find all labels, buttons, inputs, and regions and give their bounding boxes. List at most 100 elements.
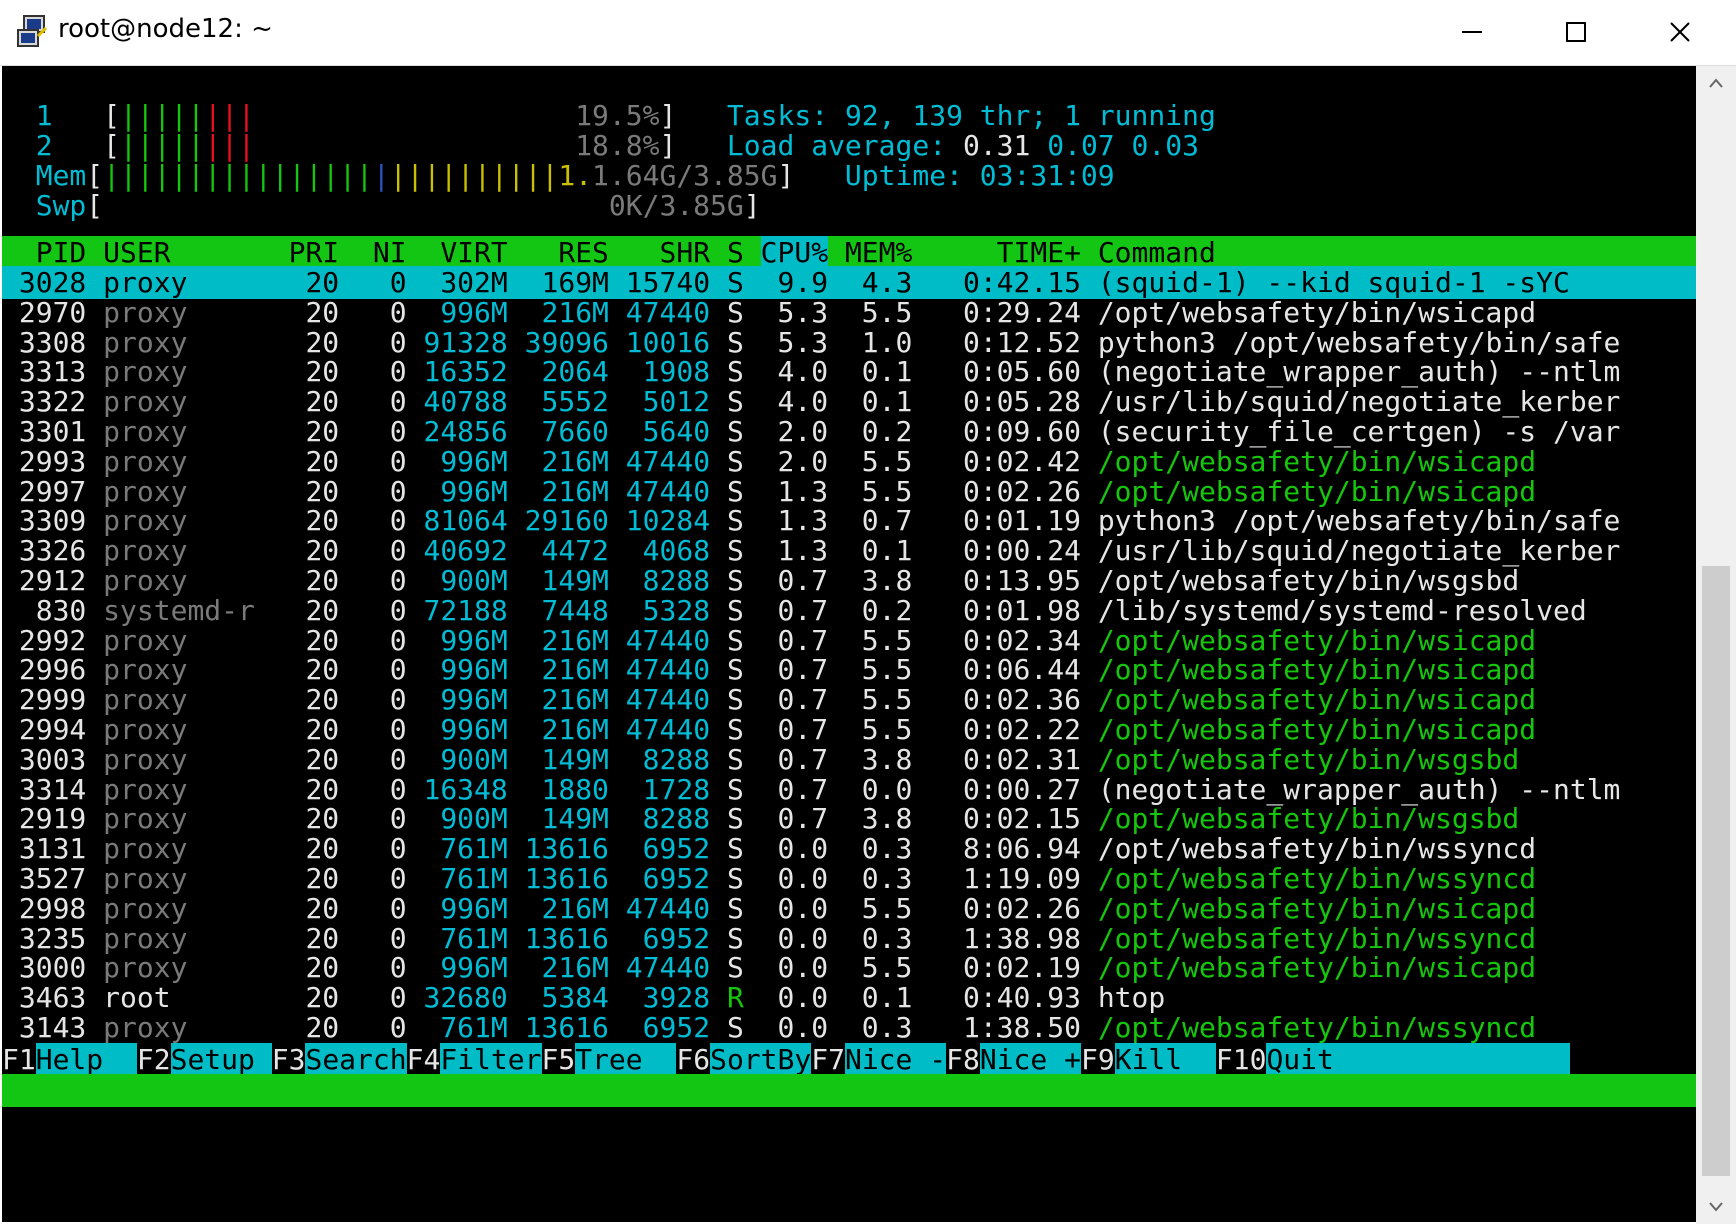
- process-row[interactable]: 3000 proxy 20 0 996M 216M 47440 S 0.0 5.…: [2, 951, 1696, 984]
- fkey-f8[interactable]: F8: [946, 1043, 980, 1076]
- scroll-up-arrow[interactable]: [1696, 66, 1736, 100]
- cell-shr: 47440: [625, 295, 711, 329]
- fkey-f2[interactable]: F2: [137, 1043, 171, 1076]
- column-header-pid[interactable]: PID: [2, 236, 87, 269]
- process-row[interactable]: 3301 proxy 20 0 24856 7660 5640 S 2.0 0.…: [2, 415, 1696, 448]
- fkey-f9-label[interactable]: Kill: [1114, 1043, 1216, 1076]
- fkey-f2-label[interactable]: Setup: [170, 1043, 272, 1076]
- process-row[interactable]: 2919 proxy 20 0 900M 149M 8288 S 0.7 3.8…: [2, 802, 1696, 835]
- process-row[interactable]: 3527 proxy 20 0 761M 13616 6952 S 0.0 0.…: [2, 862, 1696, 895]
- process-row[interactable]: 2993 proxy 20 0 996M 216M 47440 S 2.0 5.…: [2, 445, 1696, 478]
- fkey-f3-label[interactable]: Search: [305, 1043, 407, 1076]
- cell-pri: 20: [271, 474, 340, 508]
- process-row[interactable]: 2997 proxy 20 0 996M 216M 47440 S 1.3 5.…: [2, 475, 1696, 508]
- cell-time: 0:02.31: [929, 742, 1081, 776]
- process-row[interactable]: 2970 proxy 20 0 996M 216M 47440 S 5.3 5.…: [2, 296, 1696, 329]
- fkey-f4-label[interactable]: Filter: [440, 1043, 542, 1076]
- process-row[interactable]: 3308 proxy 20 0 91328 39096 10016 S 5.3 …: [2, 326, 1696, 359]
- cell-cmd: /opt/websafety/bin/wsicapd: [1097, 295, 1621, 329]
- cell-ni: 0: [356, 593, 407, 627]
- vertical-scrollbar[interactable]: [1696, 66, 1736, 1224]
- process-row[interactable]: 3313 proxy 20 0 16352 2064 1908 S 4.0 0.…: [2, 355, 1696, 388]
- fkey-f7-label[interactable]: Nice -: [844, 1043, 947, 1076]
- fkey-f10-label[interactable]: Quit: [1266, 1043, 1334, 1076]
- column-header-user[interactable]: USER: [103, 236, 255, 269]
- column-header-cpu[interactable]: CPU%: [760, 236, 829, 269]
- process-row-selected[interactable]: 3028 proxy 20 0 302M 169M 15740 S 9.9 4.…: [2, 266, 1696, 299]
- cell-time: 0:05.28: [929, 385, 1081, 419]
- fkey-f5[interactable]: F5: [542, 1043, 576, 1076]
- cell-time: 0:09.60: [929, 415, 1081, 448]
- cell-time: 0:02.34: [929, 623, 1081, 657]
- cell-cmd: (negotiate_wrapper_auth) --ntlm: [1097, 772, 1621, 806]
- cell-user: proxy: [103, 713, 255, 746]
- cell-user: proxy: [103, 772, 255, 806]
- minimize-button[interactable]: [1420, 0, 1524, 64]
- process-row[interactable]: 2992 proxy 20 0 996M 216M 47440 S 0.7 5.…: [2, 624, 1696, 657]
- fkey-f10[interactable]: F10: [1216, 1043, 1267, 1076]
- terminal-area[interactable]: 1 [|||||||| 19.5%] Tasks: 92, 139 thr; 1…: [2, 66, 1696, 1222]
- fkey-f7[interactable]: F7: [811, 1043, 845, 1076]
- fkey-f3[interactable]: F3: [272, 1043, 306, 1076]
- column-header-pri[interactable]: PRI: [272, 236, 340, 269]
- process-row[interactable]: 2996 proxy 20 0 996M 216M 47440 S 0.7 5.…: [2, 653, 1696, 686]
- column-header-s[interactable]: S: [727, 236, 744, 269]
- column-header-shr[interactable]: SHR: [626, 236, 710, 269]
- process-row[interactable]: 3235 proxy 20 0 761M 13616 6952 S 0.0 0.…: [2, 922, 1696, 955]
- process-row[interactable]: 3143 proxy 20 0 761M 13616 6952 S 0.0 0.…: [2, 1011, 1696, 1044]
- fkey-f6-label[interactable]: SortBy: [710, 1043, 812, 1076]
- column-header-res[interactable]: RES: [525, 236, 609, 269]
- cell-cpu: 0.0: [760, 832, 829, 866]
- process-row[interactable]: 2912 proxy 20 0 900M 149M 8288 S 0.7 3.8…: [2, 564, 1696, 597]
- process-row[interactable]: 3003 proxy 20 0 900M 149M 8288 S 0.7 3.8…: [2, 743, 1696, 776]
- cell-s: S: [726, 504, 744, 538]
- cell-user: proxy: [103, 266, 255, 299]
- fkey-f4[interactable]: F4: [407, 1043, 441, 1076]
- window-titlebar[interactable]: root@node12: ~: [0, 0, 1736, 66]
- cell-shr: 5640: [625, 415, 711, 448]
- cell-mem: 0.1: [844, 534, 913, 568]
- fkey-f1[interactable]: F1: [2, 1043, 36, 1076]
- cell-s: S: [726, 921, 744, 955]
- cell-user: proxy: [103, 444, 255, 478]
- process-row[interactable]: 2994 proxy 20 0 996M 216M 47440 S 0.7 5.…: [2, 713, 1696, 746]
- cell-time: 8:06.94: [929, 832, 1081, 866]
- cell-cpu: 0.7: [760, 564, 829, 597]
- column-header-virt[interactable]: VIRT: [423, 236, 507, 269]
- fkey-f1-label[interactable]: Help: [35, 1043, 137, 1076]
- cell-ni: 0: [356, 653, 407, 687]
- process-row[interactable]: 3326 proxy 20 0 40692 4472 4068 S 1.3 0.…: [2, 534, 1696, 567]
- cell-ni: 0: [356, 772, 407, 806]
- cell-pid: 3322: [2, 385, 87, 419]
- fkey-f9[interactable]: F9: [1081, 1043, 1115, 1076]
- process-row[interactable]: 3463 root 20 0 32680 5384 3928 R 0.0 0.1…: [2, 981, 1696, 1014]
- cell-s: S: [726, 266, 744, 299]
- maximize-button[interactable]: [1524, 0, 1628, 64]
- cell-ni: 0: [356, 683, 407, 717]
- cell-ni: 0: [356, 862, 407, 895]
- process-row[interactable]: 3131 proxy 20 0 761M 13616 6952 S 0.0 0.…: [2, 832, 1696, 865]
- process-row[interactable]: 2998 proxy 20 0 996M 216M 47440 S 0.0 5.…: [2, 892, 1696, 925]
- column-header-time[interactable]: TIME+: [929, 236, 1081, 269]
- fkey-f6[interactable]: F6: [676, 1043, 710, 1076]
- cell-cmd: /opt/websafety/bin/wsicapd: [1097, 444, 1621, 478]
- cell-res: 216M: [524, 444, 609, 478]
- process-row[interactable]: 2999 proxy 20 0 996M 216M 47440 S 0.7 5.…: [2, 683, 1696, 716]
- cell-pri: 20: [271, 891, 340, 925]
- column-header-ni[interactable]: NI: [356, 236, 407, 269]
- scrollbar-thumb[interactable]: [1702, 566, 1730, 1176]
- cell-pri: 20: [271, 564, 340, 597]
- process-row[interactable]: 3314 proxy 20 0 16348 1880 1728 S 0.7 0.…: [2, 773, 1696, 806]
- process-row[interactable]: 830 systemd-r 20 0 72188 7448 5328 S 0.7…: [2, 594, 1696, 627]
- maximize-icon: [1566, 22, 1586, 42]
- close-button[interactable]: [1628, 0, 1732, 64]
- cell-mem: 0.2: [844, 593, 913, 627]
- cell-ni: 0: [356, 1011, 407, 1044]
- column-header-mem[interactable]: MEM%: [845, 236, 912, 269]
- fkey-f5-label[interactable]: Tree: [575, 1043, 677, 1076]
- fkey-f8-label[interactable]: Nice +: [979, 1043, 1081, 1076]
- process-row[interactable]: 3322 proxy 20 0 40788 5552 5012 S 4.0 0.…: [2, 385, 1696, 418]
- column-header-command[interactable]: Command: [1098, 236, 1621, 269]
- scroll-down-arrow[interactable]: [1696, 1190, 1736, 1224]
- process-row[interactable]: 3309 proxy 20 0 81064 29160 10284 S 1.3 …: [2, 504, 1696, 537]
